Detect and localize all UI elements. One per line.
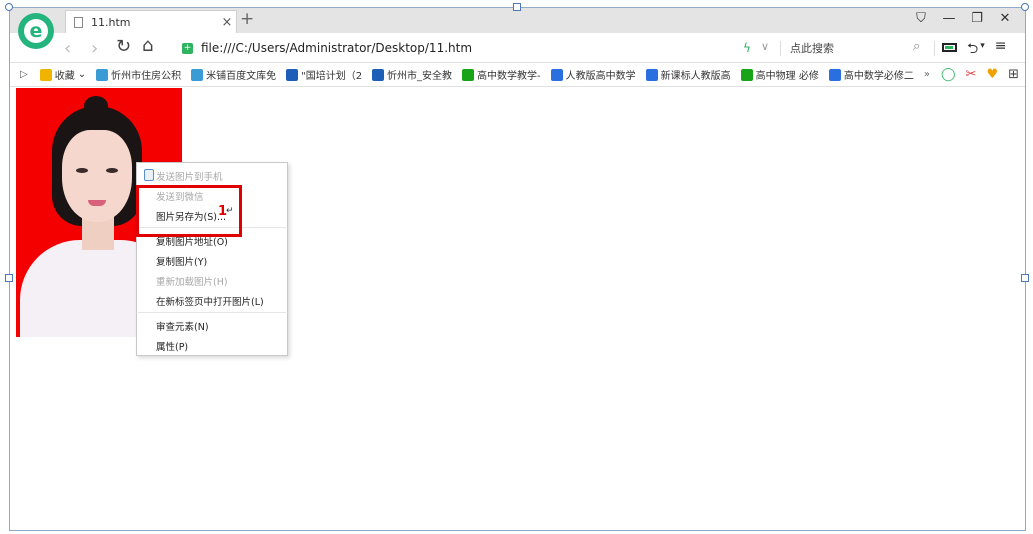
chat-icon[interactable]: ◯ <box>941 67 956 82</box>
more-bookmarks-icon[interactable]: » <box>924 69 930 80</box>
bookmark-favicon-icon <box>828 68 841 81</box>
bookmark-item[interactable]: 米铺百度文库免 <box>191 67 276 82</box>
undo-dropdown-icon[interactable]: ▾ <box>980 41 985 62</box>
bookmark-label: 收藏 <box>54 71 75 82</box>
home-button[interactable]: ⌂ <box>142 35 153 56</box>
bookmark-label: "国培计划（2 <box>301 71 363 82</box>
menu-item-send-to-phone[interactable]: 发送图片到手机 <box>156 169 223 183</box>
left-eye <box>76 168 88 173</box>
bookmark-item[interactable]: 忻州市住房公积 <box>96 67 181 82</box>
sidebar-toggle-icon[interactable]: ▷ <box>20 69 28 80</box>
window-controls: ⛉ — ❐ ✕ <box>907 11 1019 26</box>
menu-item-reload-image[interactable]: 重新加载图片(H) <box>156 274 228 288</box>
divider <box>934 41 935 56</box>
bookmark-label: 新课标人教版高 <box>660 71 731 82</box>
mouth <box>88 200 106 206</box>
menu-item-copy-image[interactable]: 复制图片(Y) <box>156 254 207 268</box>
tab-active[interactable]: 11.htm × <box>65 10 237 33</box>
bookmark-label: 高中物理 必修 <box>755 71 819 82</box>
bookmark-bar-tools: ◯ ✂ ♥ ⊞ <box>941 67 1019 82</box>
tab-title: 11.htm <box>91 15 131 29</box>
minimize-button[interactable]: — <box>935 11 963 26</box>
battery-icon[interactable] <box>942 43 957 52</box>
bookmark-favicon-icon <box>39 68 52 81</box>
bookmark-favicon-icon <box>645 68 658 81</box>
logo-e-icon: e <box>24 19 48 43</box>
resize-handle-left[interactable] <box>5 274 13 282</box>
bookmark-item[interactable]: 高中物理 必修 <box>740 67 819 82</box>
refresh-button[interactable]: ↻ <box>116 36 131 57</box>
search-input[interactable]: 点此搜索 <box>790 40 834 56</box>
chevron-down-icon: ⌄ <box>77 69 87 80</box>
search-icon[interactable]: ⌕ <box>913 39 920 54</box>
right-eye <box>106 168 118 173</box>
bookmark-label: 米铺百度文库免 <box>206 71 277 82</box>
resize-handle-top[interactable] <box>513 3 521 11</box>
bookmark-favicon-icon <box>462 68 475 81</box>
bookmark-label: 高中数学必修二 <box>843 71 914 82</box>
restore-button[interactable]: ❐ <box>963 11 991 26</box>
bookmark-list: 收藏 ⌄ 忻州市住房公积 米铺百度文库免 "国培计划（2 忻州市_安全教 高中数学教学- 人教… <box>39 67 924 82</box>
return-arrow-icon: ↵ <box>226 206 234 216</box>
resize-handle-right[interactable] <box>1021 274 1029 282</box>
bookmark-label: 高中数学教学- <box>477 71 541 82</box>
bookmark-favicon-icon <box>372 68 385 81</box>
menu-separator <box>138 312 286 313</box>
bookmark-item[interactable]: 收藏 ⌄ <box>39 67 87 82</box>
tab-close-icon[interactable]: × <box>218 15 236 30</box>
scissors-icon[interactable]: ✂ <box>966 67 977 82</box>
bookmark-favicon-icon <box>550 68 563 81</box>
bookmark-favicon-icon <box>96 68 109 81</box>
navigation-bar: ‹ › ↻ ⌂ + file:///C:/Users/Administrator… <box>10 33 1025 63</box>
speed-mode-icon[interactable]: ϟ <box>743 41 751 55</box>
bookmark-label: 忻州市_安全教 <box>387 71 453 82</box>
bookmark-item[interactable]: 新课标人教版高 <box>645 67 731 82</box>
bookmark-item[interactable]: 高中数学必修二 <box>828 67 914 82</box>
secure-shield-icon: + <box>182 42 193 54</box>
bookmark-item[interactable]: 人教版高中数学 <box>550 67 636 82</box>
apps-grid-icon[interactable]: ⊞ <box>1008 67 1019 82</box>
menu-item-properties[interactable]: 属性(P) <box>156 339 188 353</box>
forward-button[interactable]: › <box>91 38 98 59</box>
new-tab-button[interactable]: + <box>240 9 254 29</box>
tab-bar: 11.htm × + ⛉ — ❐ ✕ <box>10 8 1025 33</box>
page-icon <box>74 16 83 28</box>
toolbar-right: ⮌ ▾ ≡ <box>942 38 1006 62</box>
bookmark-item[interactable]: "国培计划（2 <box>286 67 362 82</box>
url-text[interactable]: file:///C:/Users/Administrator/Desktop/1… <box>201 41 472 55</box>
bookmark-favicon-icon <box>286 68 299 81</box>
divider <box>780 41 781 56</box>
resize-handle-top-left[interactable] <box>5 3 13 11</box>
bookmark-bar: ▷ 收藏 ⌄ 忻州市住房公积 米铺百度文库免 "国培计划（2 忻州市_安全教 高中数学教学-… <box>10 63 1025 87</box>
undo-icon[interactable]: ⮌ <box>967 38 978 62</box>
face <box>62 130 132 222</box>
phone-icon <box>144 169 154 181</box>
menu-icon[interactable]: ≡ <box>995 38 1007 62</box>
browser-window: 11.htm × + ⛉ — ❐ ✕ e ‹ › ↻ ⌂ + file:///C… <box>9 7 1026 531</box>
bookmark-label: 忻州市住房公积 <box>111 71 182 82</box>
skin-icon[interactable]: ⛉ <box>907 11 935 26</box>
menu-item-open-image-new-tab[interactable]: 在新标签页中打开图片(L) <box>156 294 264 308</box>
close-button[interactable]: ✕ <box>991 11 1019 26</box>
heart-icon[interactable]: ♥ <box>986 67 998 82</box>
hair-bun <box>84 96 108 116</box>
resize-handle-top-right[interactable] <box>1021 3 1029 11</box>
menu-item-inspect-element[interactable]: 审查元素(N) <box>156 319 209 333</box>
bookmark-label: 人教版高中数学 <box>565 71 636 82</box>
address-bar[interactable]: + file:///C:/Users/Administrator/Desktop… <box>182 37 782 59</box>
address-dropdown-icon[interactable]: ∨ <box>761 40 769 53</box>
browser-logo-icon[interactable]: e <box>18 13 54 49</box>
bookmark-item[interactable]: 高中数学教学- <box>462 67 541 82</box>
page-content: 发送图片到手机 发送到微信 图片另存为(S)... 复制图片地址(O) 复制图片… <box>10 87 1025 530</box>
bookmark-item[interactable]: 忻州市_安全教 <box>372 67 452 82</box>
bookmark-favicon-icon <box>740 68 753 81</box>
bookmark-favicon-icon <box>191 68 204 81</box>
back-button[interactable]: ‹ <box>64 38 71 59</box>
